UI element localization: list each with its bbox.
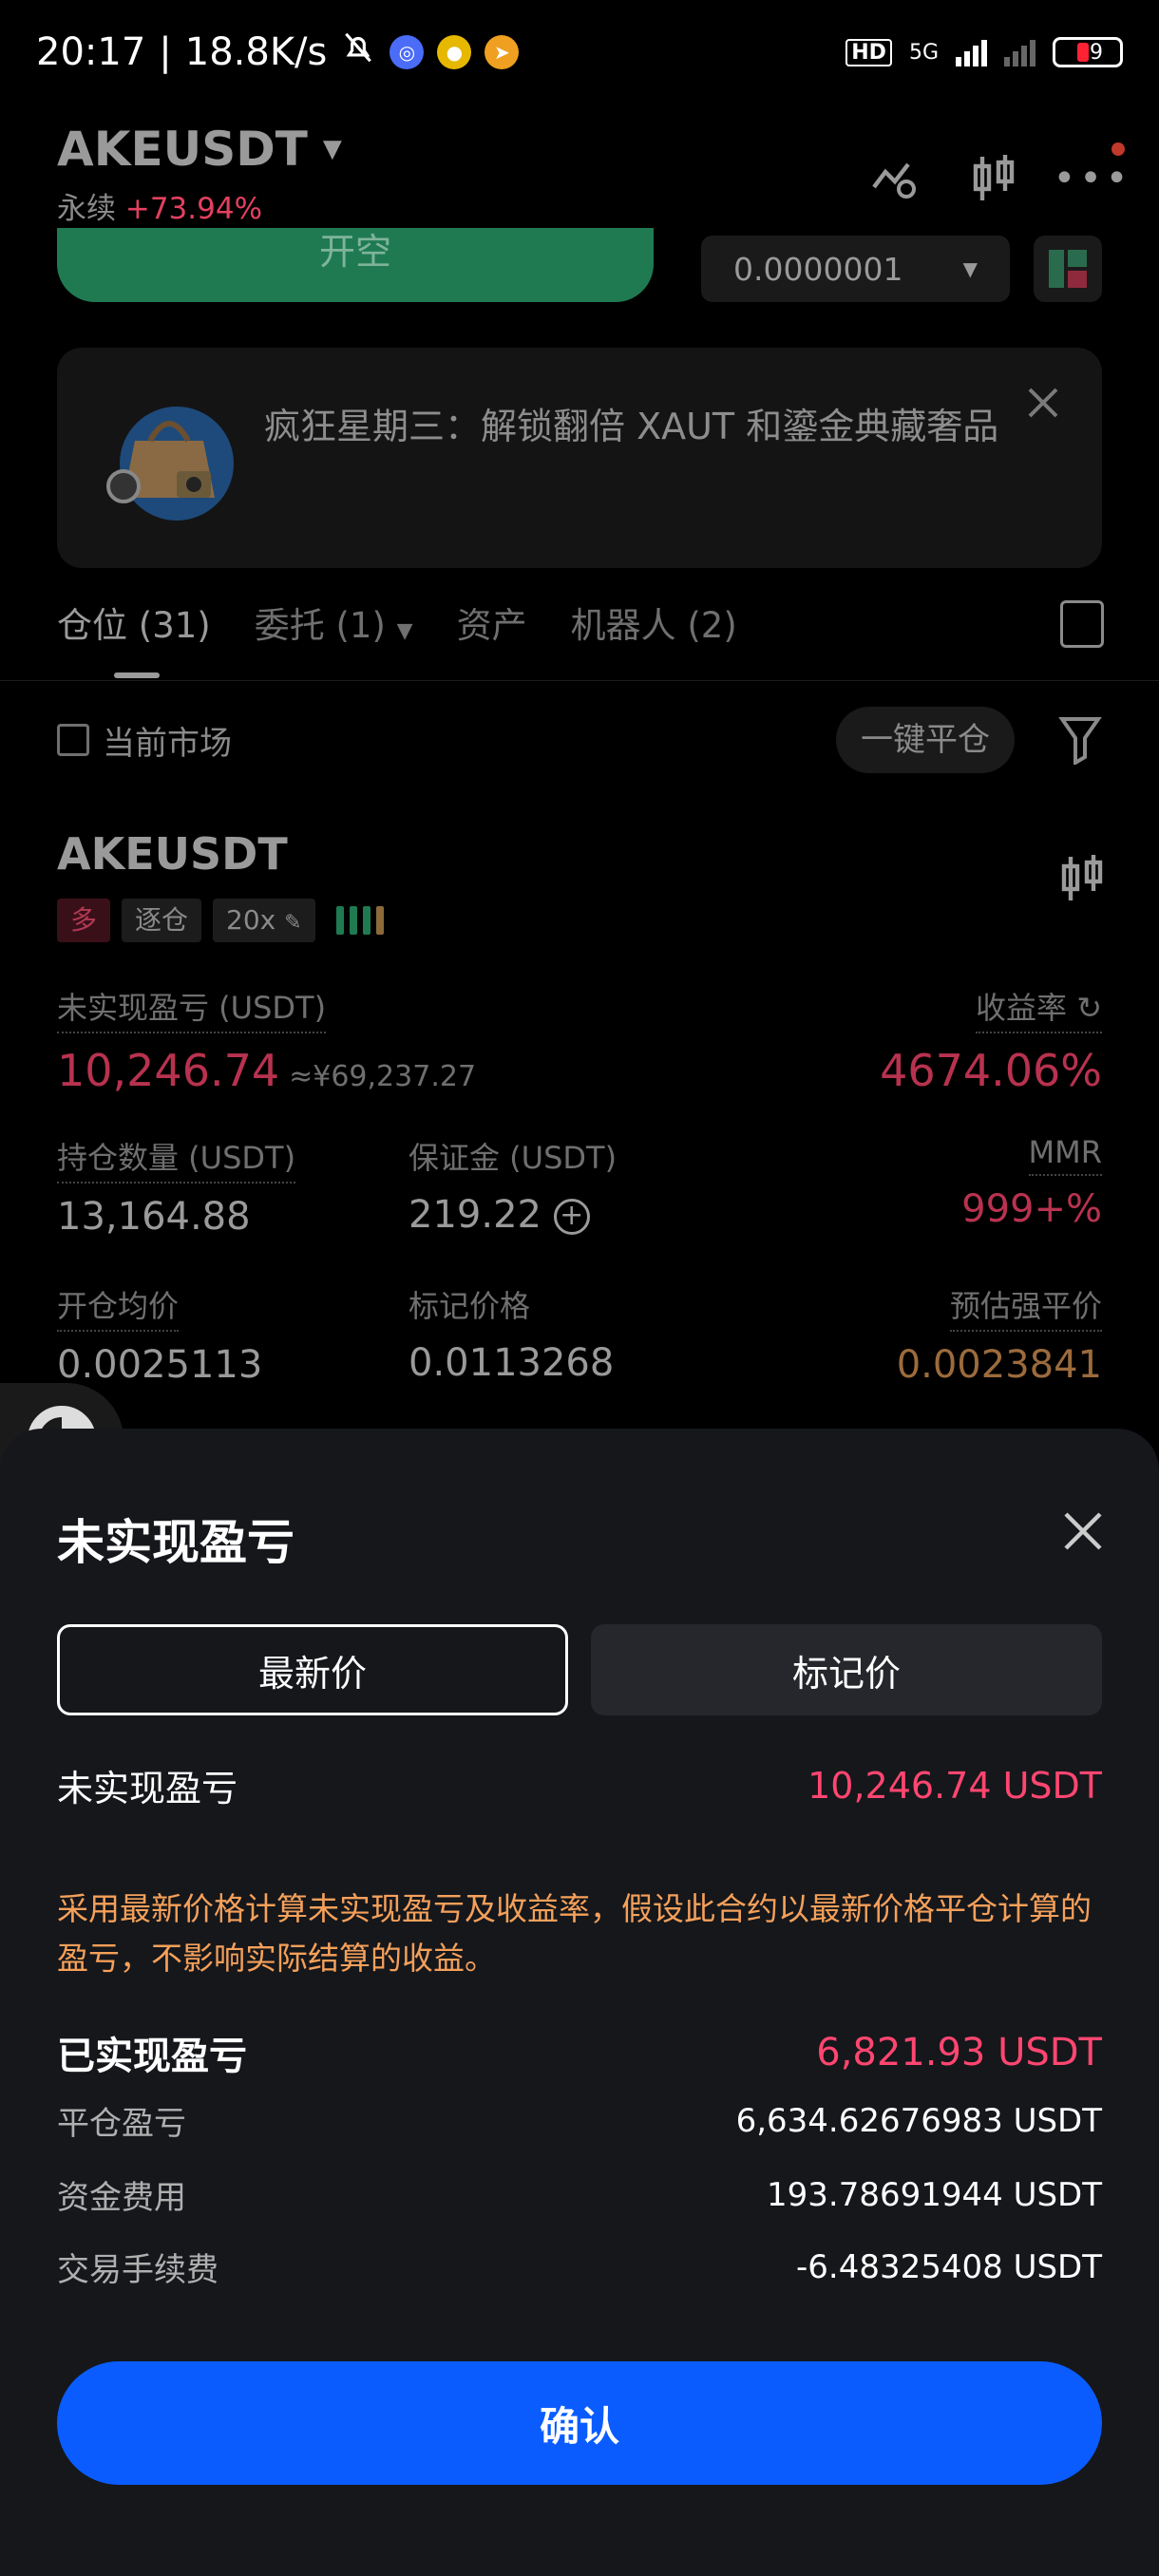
more-icon[interactable]: ••• (1054, 142, 1128, 205)
filter-icon[interactable] (1058, 715, 1102, 767)
position-tabs: 仓位 (31) 委托 (1) ▼ 资产 机器人 (2) (57, 597, 737, 678)
tab-assets[interactable]: 资产 (457, 597, 527, 648)
contract-type: 永续 (57, 192, 116, 226)
app-notify-icon: ◎ (390, 35, 425, 69)
unrealized-pnl-label: 未实现盈亏 (57, 1768, 238, 1809)
entry-price-value: 0.0025113 (57, 1343, 263, 1387)
status-time: 20:17 (36, 30, 146, 74)
unrealized-pnl-cny: ≈¥69,237.27 (289, 1060, 477, 1093)
current-market-label: 当前市场 (103, 724, 232, 763)
status-net-speed: 18.8K/s (184, 30, 328, 74)
unrealized-pnl-row: 未实现盈亏 10,246.74 USDT (57, 1759, 1102, 1811)
tab-positions[interactable]: 仓位 (31) (57, 597, 211, 678)
close-all-button[interactable]: 一键平仓 (836, 707, 1015, 773)
status-bar: 20:17 | 18.8K/s ◎ ● ➤ HD 5G 19 (0, 0, 1159, 104)
open-short-button[interactable]: 开空 (57, 228, 654, 302)
luxury-bag-icon (101, 388, 234, 521)
chart-settings-icon[interactable] (868, 152, 922, 205)
trading-fee-amount: -6.48325408 USDT (796, 2247, 1102, 2286)
pnl-note: 采用最新价格计算未实现盈亏及收益率，假设此合约以最新价格平仓计算的盈亏，不影响实… (57, 1890, 1092, 1977)
orderbook-layout-icon[interactable] (1034, 236, 1102, 302)
entry-price-metric: 开仓均价 0.0025113 (57, 1282, 262, 1387)
banner-text: 疯狂星期三：解锁翻倍 XAUT 和鎏金典藏奢品 (264, 406, 999, 447)
trading-fee-row: 交易手续费 -6.48325408 USDT (57, 2244, 1102, 2290)
close-icon[interactable] (1026, 386, 1064, 424)
header-actions: ••• (868, 142, 1128, 205)
signal-2-icon (1004, 38, 1036, 66)
caret-down-icon[interactable]: ▼ (323, 135, 342, 163)
unrealized-pnl-amount: 10,246.74 USDT (808, 1764, 1102, 1807)
sheet-title: 未实现盈亏 (57, 1515, 294, 1570)
funding-fee-row: 资金费用 193.78691944 USDT (57, 2171, 1102, 2218)
roe-metric: 收益率 ↻ 4674.06% (880, 984, 1102, 1096)
price-change: +73.94% (124, 192, 263, 226)
roe-value: 4674.06% (880, 1045, 1102, 1096)
filter-row: 当前市场 一键平仓 (57, 707, 1102, 773)
side-badge: 多 (57, 899, 111, 942)
funding-fee-amount: 193.78691944 USDT (767, 2175, 1102, 2214)
candlestick-icon[interactable] (1058, 851, 1106, 904)
tab-orders[interactable]: 委托 (1) ▼ (255, 597, 413, 648)
notification-dot (1112, 142, 1125, 156)
hd-badge: HD (846, 38, 892, 66)
position-tags: 多 逐仓 20x ✎ (57, 899, 384, 942)
unrealized-pnl-metric[interactable]: 未实现盈亏 (USDT) 10,246.74 ≈¥69,237.27 (57, 984, 476, 1096)
candlestick-icon[interactable] (967, 152, 1020, 205)
margin-metric: 保证金 (USDT) 219.22 + (408, 1140, 618, 1237)
history-icon[interactable] (1060, 600, 1104, 648)
current-market-checkbox[interactable] (57, 724, 89, 756)
close-icon[interactable] (1062, 1510, 1104, 1552)
liq-price-metric: 预估强平价 0.0023841 (897, 1282, 1102, 1387)
position-size-metric: 持仓数量 (USDT) 13,164.88 (57, 1134, 296, 1239)
close-pnl-amount: 6,634.62676983 USDT (735, 2101, 1102, 2140)
mmr-value: 999+% (961, 1187, 1102, 1231)
mark-price-metric: 标记价格 0.0113268 (408, 1288, 615, 1385)
trading-fee-label: 交易手续费 (57, 2251, 218, 2289)
battery-icon: 19 (1053, 37, 1123, 67)
confirm-button[interactable]: 确认 (57, 2361, 1102, 2485)
network-type: 5G (908, 40, 939, 65)
unrealized-pnl-value: 10,246.74 (57, 1045, 280, 1096)
pair-header[interactable]: AKEUSDT ▼ 永续 +73.94% (57, 122, 342, 227)
realized-pnl-row: 已实现盈亏 6,821.93 USDT (57, 2025, 1102, 2080)
telegram-icon: ➤ (484, 35, 520, 69)
funding-fee-label: 资金费用 (57, 2179, 186, 2217)
risk-bars-icon (335, 906, 384, 935)
edit-icon: ✎ (284, 911, 302, 935)
leverage-badge[interactable]: 20x ✎ (213, 899, 315, 942)
position-size-value: 13,164.88 (57, 1195, 251, 1239)
margin-mode-badge: 逐仓 (122, 899, 202, 942)
liq-price-value: 0.0023841 (896, 1343, 1102, 1387)
mute-bell-icon (340, 29, 376, 75)
refresh-icon[interactable]: ↻ (1076, 990, 1102, 1026)
promo-banner[interactable]: 疯狂星期三：解锁翻倍 XAUT 和鎏金典藏奢品 (57, 348, 1102, 568)
realized-pnl-amount: 6,821.93 USDT (816, 2031, 1102, 2074)
mark-price-value: 0.0113268 (408, 1341, 615, 1385)
coin-notify-icon: ● (437, 35, 472, 69)
tab-latest-price[interactable]: 最新价 (57, 1624, 568, 1715)
mmr-metric: MMR 999+% (961, 1134, 1102, 1231)
add-margin-icon[interactable]: + (553, 1199, 590, 1235)
close-pnl-label: 平仓盈亏 (57, 2105, 186, 2143)
margin-value: 219.22 (408, 1193, 542, 1237)
tab-bots[interactable]: 机器人 (2) (571, 597, 737, 648)
caret-down-icon: ▼ (962, 257, 978, 280)
signal-icon (956, 38, 987, 66)
close-pnl-row: 平仓盈亏 6,634.62676983 USDT (57, 2097, 1102, 2144)
tab-mark-price[interactable]: 标记价 (591, 1624, 1102, 1715)
divider (0, 680, 1159, 681)
tick-size-select[interactable]: 0.0000001 ▼ (701, 236, 1010, 302)
realized-pnl-label: 已实现盈亏 (57, 2035, 247, 2078)
position-symbol[interactable]: AKEUSDT (57, 828, 288, 880)
pair-title[interactable]: AKEUSDT (57, 122, 308, 177)
